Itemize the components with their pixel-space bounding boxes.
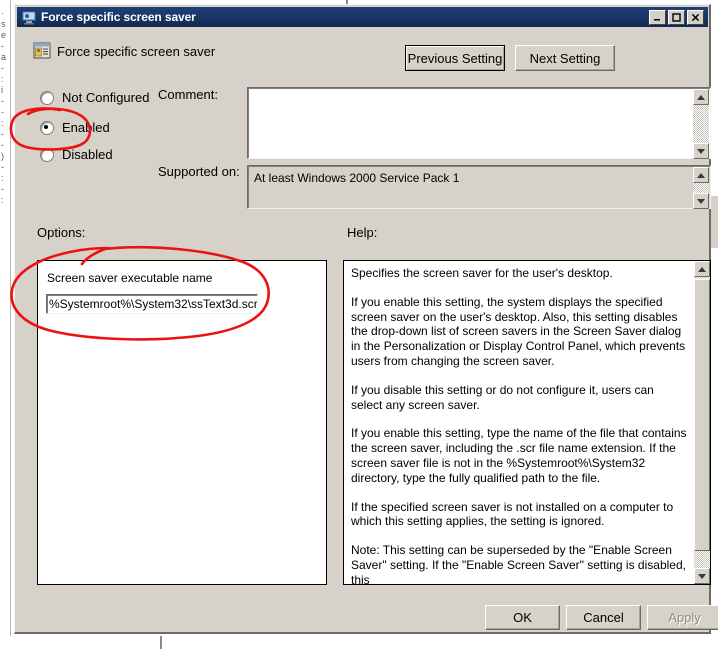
help-paragraph: If the specified screen saver is not ins… — [351, 499, 674, 529]
background-bottom — [0, 636, 718, 649]
help-text: Specifies the screen saver for the user'… — [351, 266, 687, 585]
chevron-up-icon — [697, 172, 705, 178]
supported-on-label: Supported on: — [158, 164, 240, 179]
screen-saver-policy-icon — [21, 10, 37, 25]
screen-saver-executable-input[interactable]: %Systemroot%\System32\ssText3d.scr — [46, 294, 258, 314]
radio-enabled[interactable]: Enabled — [40, 120, 110, 135]
chevron-up-icon — [698, 266, 706, 272]
background-bottom-divider — [160, 636, 162, 649]
radio-disabled-label: Disabled — [62, 147, 113, 162]
options-label: Options: — [37, 225, 86, 240]
supported-scroll-track[interactable] — [693, 183, 709, 193]
title-bar[interactable]: Force specific screen saver — [17, 7, 708, 27]
help-paragraph: If you disable this setting or do not co… — [351, 382, 654, 412]
radio-disabled-indicator — [40, 147, 54, 162]
group-policy-setting-dialog: Force specific screen saver Force specif… — [14, 4, 718, 634]
chevron-down-icon — [698, 573, 706, 579]
screen-root: · s e - a - : i - - : - - ) - : - : Forc… — [0, 0, 718, 649]
help-scroll-thumb[interactable] — [694, 279, 710, 551]
window-title: Force specific screen saver — [41, 10, 196, 24]
radio-disabled[interactable]: Disabled — [40, 147, 113, 162]
supported-on-value: At least Windows 2000 Service Pack 1 — [254, 171, 460, 185]
help-scrollbar[interactable] — [694, 261, 710, 584]
policy-setting-icon — [33, 42, 51, 60]
radio-enabled-indicator — [40, 120, 54, 135]
maximize-button[interactable] — [668, 9, 685, 25]
cancel-button[interactable]: Cancel — [566, 605, 641, 630]
apply-button: Apply — [647, 605, 718, 630]
help-paragraph: Note: This setting can be superseded by … — [351, 543, 686, 585]
supported-scrollbar[interactable] — [693, 167, 709, 209]
supported-on-field: At least Windows 2000 Service Pack 1 — [247, 165, 711, 209]
options-pane: Screen saver executable name %Systemroot… — [37, 260, 327, 585]
radio-not-configured[interactable]: Not Configured — [40, 90, 149, 105]
window-controls — [649, 9, 706, 25]
radio-enabled-label: Enabled — [62, 120, 110, 135]
radio-not-configured-label: Not Configured — [62, 90, 150, 105]
previous-setting-button[interactable]: Previous Setting — [405, 45, 505, 71]
chevron-down-icon — [697, 148, 705, 154]
comment-label: Comment: — [158, 87, 218, 102]
supported-scroll-up-button[interactable] — [693, 167, 709, 183]
comment-scroll-track[interactable] — [693, 105, 709, 143]
comment-textarea[interactable] — [247, 87, 711, 159]
supported-scroll-down-button[interactable] — [693, 193, 709, 209]
help-paragraph: If you enable this setting, type the nam… — [351, 426, 687, 485]
comment-scrollbar[interactable] — [693, 89, 709, 159]
screen-saver-executable-label: Screen saver executable name — [47, 271, 213, 285]
help-scroll-up-button[interactable] — [694, 261, 710, 277]
ok-button[interactable]: OK — [485, 605, 560, 630]
comment-scroll-up-button[interactable] — [693, 89, 709, 105]
radio-not-configured-indicator — [40, 90, 54, 105]
comment-scroll-down-button[interactable] — [693, 143, 709, 159]
help-pane: Specifies the screen saver for the user'… — [343, 260, 711, 585]
help-paragraph: Specifies the screen saver for the user'… — [351, 266, 613, 280]
background-window-text: · s e - a - : i - - : - - ) - : - : — [1, 8, 7, 205]
next-setting-button[interactable]: Next Setting — [515, 45, 615, 71]
setting-title: Force specific screen saver — [57, 44, 216, 59]
chevron-up-icon — [697, 94, 705, 100]
close-button[interactable] — [687, 9, 704, 25]
minimize-button[interactable] — [649, 9, 666, 25]
help-paragraph: If you enable this setting, the system d… — [351, 294, 686, 368]
help-label: Help: — [347, 225, 378, 240]
background-window-edge — [10, 0, 11, 640]
help-scroll-down-button[interactable] — [694, 568, 710, 584]
chevron-down-icon — [697, 198, 705, 204]
